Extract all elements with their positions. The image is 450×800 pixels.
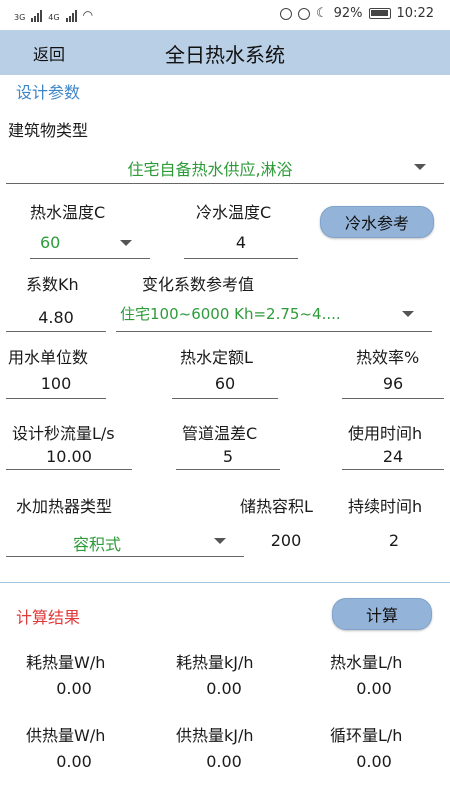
circulation-volume-value: 0.00 [356, 752, 392, 771]
pipe-temp-diff-label: 管道温差C [182, 424, 258, 443]
kh-reference-value: 住宅100~6000 Kh=2.75~4.... [120, 305, 341, 323]
water-units-underline [6, 398, 106, 399]
heat-consumption-w-label: 耗热量W/h [26, 653, 106, 672]
kh-reference-label: 变化系数参考值 [142, 275, 255, 294]
clock: 10:22 [396, 6, 434, 21]
building-type-underline [6, 183, 444, 184]
efficiency-underline [342, 398, 444, 399]
kh-underline [6, 331, 106, 332]
duration-label: 持续时间h [348, 497, 423, 516]
heat-supply-w-label: 供热量W/h [26, 726, 106, 745]
kh-reference-underline [116, 331, 432, 332]
network-3g-label: 3G [14, 13, 26, 22]
water-units-label: 用水单位数 [8, 348, 89, 367]
heater-type-value: 容积式 [72, 535, 121, 554]
moon-icon: ☾ [315, 6, 328, 21]
heat-supply-kj-value: 0.00 [206, 752, 242, 771]
duration-value: 2 [388, 531, 400, 550]
building-type-label: 建筑物类型 [8, 121, 89, 140]
storage-volume-value: 200 [270, 531, 302, 550]
use-time-label: 使用时间h [348, 424, 423, 443]
chevron-down-icon [402, 311, 414, 317]
chevron-down-icon [214, 538, 226, 544]
water-units-input[interactable]: 100 [6, 374, 106, 393]
heater-type-label: 水加热器类型 [16, 497, 113, 516]
chevron-down-icon [414, 164, 426, 170]
battery-percent: 92% [333, 6, 363, 21]
back-button[interactable]: 返回 [12, 38, 86, 68]
kh-label: 系数Kh [26, 275, 79, 294]
heater-type-underline [6, 556, 244, 557]
hot-water-volume-label: 热水量L/h [330, 653, 403, 672]
heat-consumption-kj-value: 0.00 [206, 679, 242, 698]
design-flow-label: 设计秒流量L/s [12, 424, 115, 443]
heat-supply-w-value: 0.00 [56, 752, 92, 771]
circulation-volume-label: 循环量L/h [330, 726, 403, 745]
cold-temp-underline [184, 258, 298, 259]
hot-water-volume-value: 0.00 [356, 679, 392, 698]
cold-temp-input[interactable]: 4 [184, 233, 298, 252]
hot-temp-value: 60 [40, 233, 61, 252]
hot-temp-underline [30, 258, 150, 259]
cold-temp-label: 冷水温度C [196, 203, 272, 222]
network-4g-label: 4G [48, 13, 60, 22]
efficiency-label: 热效率% [356, 348, 420, 367]
status-bar: 3G 4G ◠ ☾ 92% 10:22 [0, 0, 450, 30]
design-flow-underline [6, 469, 132, 470]
pipe-temp-diff-underline [176, 469, 280, 470]
signal-icon-2 [65, 10, 77, 22]
kh-input[interactable]: 4.80 [6, 308, 106, 327]
title-bar: 全日热水系统 返回 [0, 30, 450, 75]
heat-supply-kj-label: 供热量kJ/h [176, 726, 254, 745]
wifi-icon: ◠ [82, 8, 94, 22]
design-section-title: 设计参数 [16, 83, 81, 102]
heat-consumption-kj-label: 耗热量kJ/h [176, 653, 254, 672]
hot-water-quota-input[interactable]: 60 [172, 374, 278, 393]
calculate-button[interactable]: 计算 [332, 598, 432, 630]
battery-icon [368, 8, 391, 19]
results-section-title: 计算结果 [16, 608, 81, 627]
hot-water-quota-label: 热水定额L [180, 348, 253, 367]
use-time-input[interactable]: 24 [342, 447, 444, 466]
design-flow-input[interactable]: 10.00 [6, 447, 132, 466]
cold-water-reference-button[interactable]: 冷水参考 [320, 206, 434, 238]
use-time-underline [342, 469, 444, 470]
section-divider [0, 582, 450, 583]
alarm-icon [297, 7, 310, 20]
storage-volume-label: 储热容积L [240, 497, 313, 516]
efficiency-input[interactable]: 96 [342, 374, 444, 393]
signal-icon [31, 10, 43, 22]
hot-water-quota-underline [172, 398, 278, 399]
pipe-temp-diff-input[interactable]: 5 [176, 447, 280, 466]
building-type-value: 住宅自备热水供应,淋浴 [127, 160, 293, 179]
chevron-down-icon [120, 240, 132, 246]
heat-consumption-w-value: 0.00 [56, 679, 92, 698]
hot-temp-label: 热水温度C [30, 203, 106, 222]
sync-icon [279, 7, 292, 20]
